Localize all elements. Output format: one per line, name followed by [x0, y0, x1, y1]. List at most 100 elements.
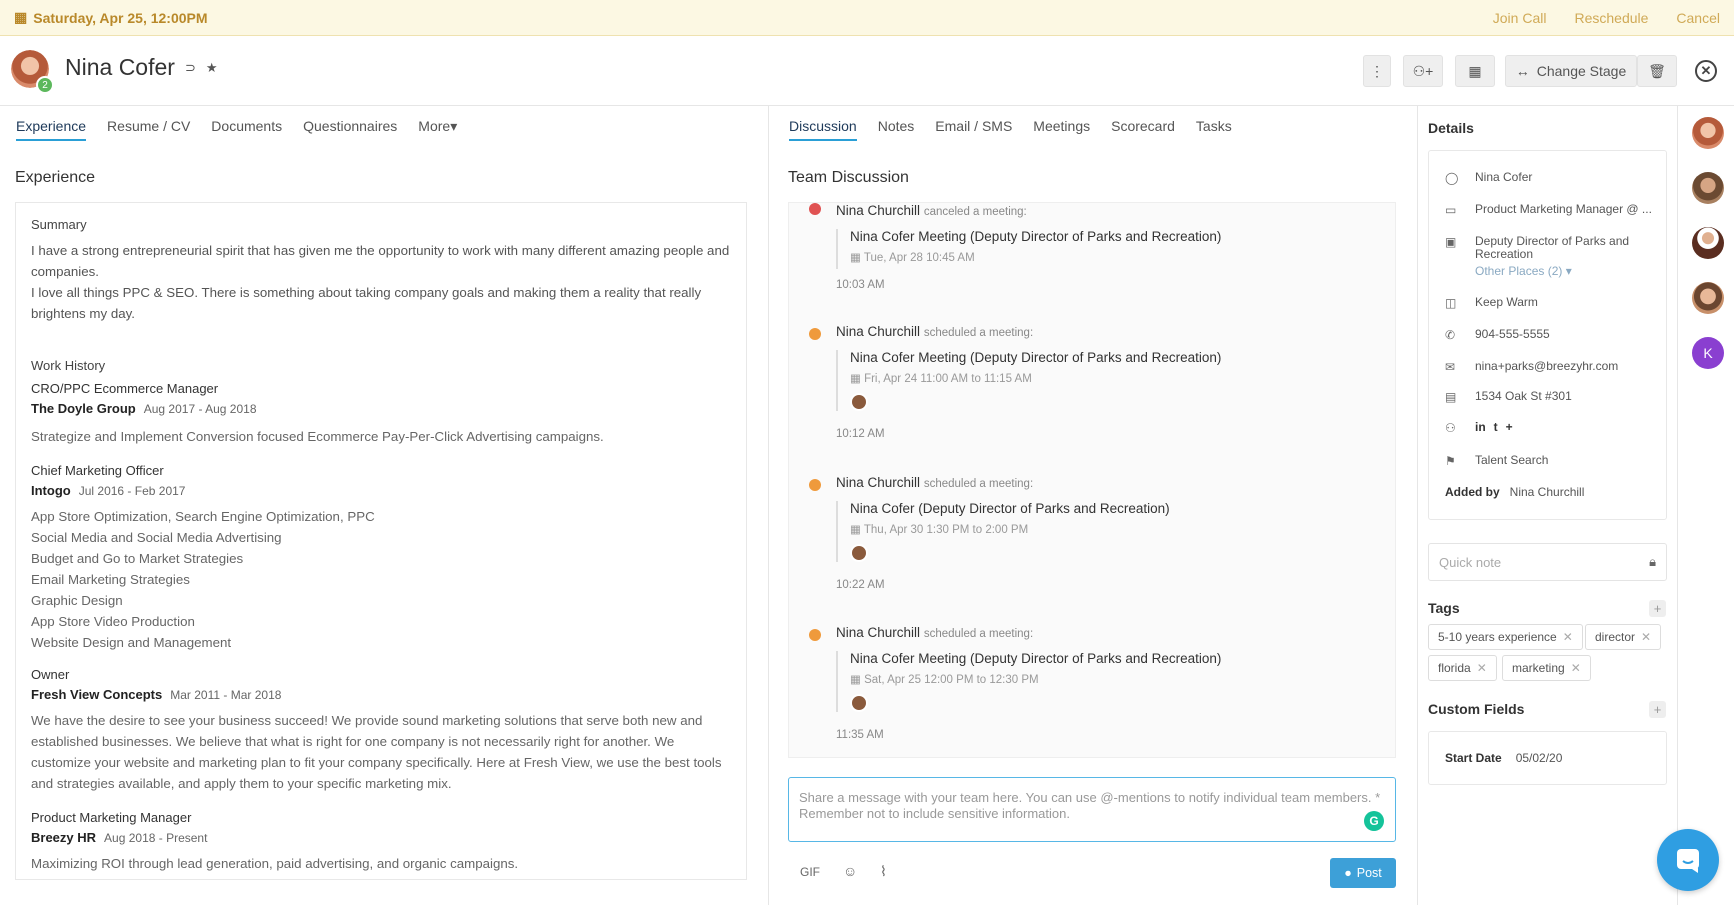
detail-position[interactable]: Deputy Director of Parks and Recreation: [1475, 234, 1629, 261]
detail-source[interactable]: Talent Search: [1475, 454, 1655, 468]
status-dot: [809, 629, 821, 641]
detail-email[interactable]: nina+parks@breezyhr.com: [1475, 360, 1655, 374]
job-description-line: App Store Video Production: [31, 614, 195, 629]
detail-phone[interactable]: 904-555-5555: [1475, 328, 1655, 342]
discussion-feed[interactable]: Nina Churchill canceled a meeting: Nina …: [788, 202, 1396, 758]
speech-bubble-icon: ●: [1344, 866, 1352, 880]
star-icon[interactable]: ★: [206, 60, 218, 76]
columns-icon: ◫: [1445, 296, 1457, 310]
lock-icon[interactable]: 🔒︎: [1649, 554, 1656, 570]
cancel-link[interactable]: Cancel: [1676, 10, 1720, 26]
trash-icon: 🗑: [1648, 62, 1666, 79]
summary-text: I have a strong entrepreneurial spirit t…: [31, 243, 730, 279]
tab-tasks[interactable]: Tasks: [1196, 118, 1232, 141]
post-button[interactable]: ● Post: [1330, 858, 1396, 888]
added-by-label: Added by: [1445, 485, 1500, 499]
candidate-name: Nina Cofer: [65, 54, 175, 80]
tags-title: Tags: [1428, 600, 1460, 616]
tag-chip[interactable]: marketing ✕: [1502, 655, 1591, 681]
meeting-card[interactable]: Nina Cofer (Deputy Director of Parks and…: [836, 501, 1170, 562]
rss-icon[interactable]: ⊃: [185, 60, 196, 76]
users-icon: ⚇: [1445, 421, 1456, 435]
chat-icon: [1677, 849, 1699, 873]
reschedule-link[interactable]: Reschedule: [1574, 10, 1648, 26]
tab-documents[interactable]: Documents: [211, 118, 282, 141]
tab-questionnaires[interactable]: Questionnaires: [303, 118, 397, 141]
close-icon[interactable]: ✕: [1695, 60, 1717, 82]
custom-fields-title: Custom Fields: [1428, 701, 1525, 717]
team-avatar[interactable]: [1692, 172, 1724, 204]
tab-notes[interactable]: Notes: [878, 118, 915, 141]
column-divider: [1417, 106, 1418, 905]
linkedin-icon[interactable]: in: [1475, 421, 1486, 435]
meeting-card[interactable]: Nina Cofer Meeting (Deputy Director of P…: [836, 229, 1221, 269]
team-message-input[interactable]: Share a message with your team here. You…: [788, 777, 1396, 842]
remove-tag-icon[interactable]: ✕: [1571, 661, 1581, 675]
twitter-icon[interactable]: t: [1494, 421, 1498, 435]
more-actions-button[interactable]: ⋮: [1363, 55, 1391, 87]
attendee-avatar[interactable]: [850, 694, 868, 712]
emoji-icon[interactable]: ☺: [843, 863, 857, 879]
team-avatar[interactable]: [1692, 117, 1724, 149]
job-description: Strategize and Implement Conversion focu…: [31, 429, 604, 444]
join-call-link[interactable]: Join Call: [1493, 10, 1547, 26]
change-stage-button[interactable]: ↔ Change Stage: [1505, 55, 1637, 87]
meeting-title: Nina Cofer (Deputy Director of Parks and…: [850, 501, 1170, 516]
team-avatar[interactable]: [1692, 282, 1724, 314]
phone-icon: ✆: [1445, 328, 1456, 342]
attendee-avatar[interactable]: [850, 544, 868, 562]
other-places-link[interactable]: Other Places (2) ▾: [1475, 265, 1572, 278]
add-tag-button[interactable]: +: [1649, 600, 1666, 617]
meeting-card[interactable]: Nina Cofer Meeting (Deputy Director of P…: [836, 651, 1221, 712]
delete-button[interactable]: 🗑: [1637, 55, 1677, 87]
pipeline-count-badge: 2: [36, 76, 54, 94]
tag-chip[interactable]: florida ✕: [1428, 655, 1497, 681]
tab-experience[interactable]: Experience: [16, 118, 87, 141]
actor-name[interactable]: Nina Churchill: [836, 625, 920, 640]
detail-stage[interactable]: Keep Warm: [1475, 296, 1655, 310]
detail-headline[interactable]: Product Marketing Manager @ ...: [1475, 203, 1655, 217]
right-rail-divider: [1677, 106, 1678, 905]
team-avatar[interactable]: K: [1692, 337, 1724, 369]
remove-tag-icon[interactable]: ✕: [1477, 661, 1487, 675]
meeting-title: Nina Cofer Meeting (Deputy Director of P…: [850, 350, 1222, 365]
tab-email-sms[interactable]: Email / SMS: [935, 118, 1012, 141]
paperclip-icon[interactable]: ⌇: [880, 863, 887, 880]
job-company: Fresh View Concepts: [31, 687, 163, 702]
gif-button[interactable]: GIF: [800, 865, 820, 879]
tab-more[interactable]: More▾: [418, 118, 457, 141]
detail-address[interactable]: 1534 Oak St #301: [1475, 390, 1655, 404]
tab-resume[interactable]: Resume / CV: [107, 118, 190, 141]
add-user-icon: ⚇+: [1412, 62, 1434, 79]
entry-time: 10:22 AM: [836, 579, 885, 591]
assign-user-button[interactable]: ⚇+: [1403, 55, 1443, 87]
custom-field-value[interactable]: 05/02/20: [1516, 751, 1563, 765]
remove-tag-icon[interactable]: ✕: [1563, 630, 1573, 644]
chat-launcher[interactable]: [1657, 829, 1719, 891]
details-title: Details: [1428, 120, 1474, 136]
add-social-icon[interactable]: +: [1506, 421, 1513, 435]
actor-name[interactable]: Nina Churchill: [836, 324, 920, 339]
team-discussion-title: Team Discussion: [788, 169, 909, 186]
tab-discussion[interactable]: Discussion: [789, 118, 857, 141]
add-custom-field-button[interactable]: +: [1649, 701, 1666, 718]
schedule-button[interactable]: ▦: [1455, 55, 1495, 87]
tag-chip[interactable]: 5-10 years experience ✕: [1428, 624, 1583, 650]
quick-note-input[interactable]: Quick note 🔒︎: [1428, 543, 1667, 581]
job-title: CRO/PPC Ecommerce Manager: [31, 381, 219, 396]
tab-scorecard[interactable]: Scorecard: [1111, 118, 1175, 141]
status-dot: [809, 328, 821, 340]
job-title: Product Marketing Manager: [31, 810, 192, 825]
actor-name[interactable]: Nina Churchill: [836, 203, 920, 218]
tab-meetings[interactable]: Meetings: [1033, 118, 1090, 141]
meeting-when: Thu, Apr 30 1:30 PM to 2:00 PM: [863, 524, 1029, 536]
attendee-avatar[interactable]: [850, 393, 868, 411]
actor-name[interactable]: Nina Churchill: [836, 475, 920, 490]
detail-name[interactable]: Nina Cofer: [1475, 171, 1655, 185]
tag-chip[interactable]: director ✕: [1585, 624, 1662, 650]
team-avatar[interactable]: [1692, 227, 1724, 259]
work-history-label: Work History: [31, 358, 106, 373]
meeting-card[interactable]: Nina Cofer Meeting (Deputy Director of P…: [836, 350, 1221, 411]
grammarly-icon[interactable]: G: [1364, 811, 1384, 831]
remove-tag-icon[interactable]: ✕: [1641, 630, 1651, 644]
